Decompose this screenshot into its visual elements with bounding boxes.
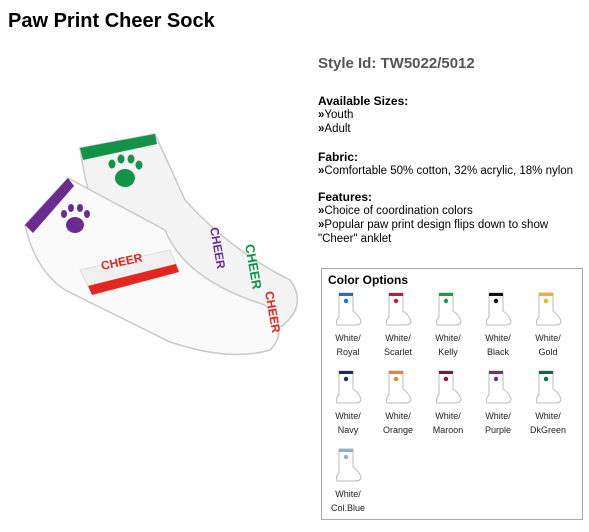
fabric-section: Fabric: »Comfortable 50% cotton, 32% acr… xyxy=(318,150,573,178)
sock-swatch-icon xyxy=(435,292,462,326)
sock-swatch-icon xyxy=(535,370,562,404)
swatch-label: White/Col.Blue xyxy=(330,489,366,513)
product-title: Paw Print Cheer Sock xyxy=(8,10,215,32)
swatch-label: White/Black xyxy=(485,333,511,357)
swatch-label: White/Gold xyxy=(535,333,561,357)
color-swatch[interactable]: White/DkGreen xyxy=(523,369,573,437)
features-section: Features: »Choice of coordination colors… xyxy=(318,190,588,246)
swatch-label: White/Orange xyxy=(382,411,414,435)
sock-swatch-icon xyxy=(435,370,462,404)
feature-item: »Choice of coordination colors xyxy=(318,205,473,217)
color-swatch[interactable]: White/Royal xyxy=(323,291,373,359)
style-id: Style Id: TW5022/5012 xyxy=(318,55,475,72)
swatch-label: White/Royal xyxy=(335,333,361,357)
product-image: CHEER CHEER CHEER CHEER xyxy=(24,133,299,356)
fabric-item: »Comfortable 50% cotton, 32% acrylic, 18… xyxy=(318,165,574,177)
swatch-label: White/Scarlet xyxy=(383,333,412,357)
color-swatch[interactable]: White/Black xyxy=(473,291,523,359)
size-item: »Adult xyxy=(318,123,351,135)
color-swatch[interactable]: White/Navy xyxy=(323,369,373,437)
color-swatch[interactable]: White/Maroon xyxy=(423,369,473,437)
swatch-label: White/Kelly xyxy=(435,333,461,357)
size-item: »Youth xyxy=(318,109,354,121)
sock-swatch-icon xyxy=(485,292,512,326)
sizes-heading: Available Sizes: xyxy=(318,94,409,108)
sock-swatch-icon xyxy=(485,370,512,404)
swatch-label: White/DkGreen xyxy=(529,411,566,435)
sizes-section: Available Sizes: »Youth »Adult xyxy=(318,94,408,136)
sock-swatch-icon xyxy=(335,370,362,404)
feature-item: »Popular paw print design flips down to … xyxy=(318,219,549,245)
color-swatch[interactable]: White/Col.Blue xyxy=(323,447,373,515)
color-swatch[interactable]: White/Orange xyxy=(373,369,423,437)
color-options-heading: Color Options xyxy=(328,273,408,287)
features-heading: Features: xyxy=(318,190,373,204)
color-swatch[interactable]: White/Purple xyxy=(473,369,523,437)
sock-swatch-icon xyxy=(385,292,412,326)
sock-swatch-icon xyxy=(335,292,362,326)
fabric-heading: Fabric: xyxy=(318,150,359,164)
swatch-label: White/Purple xyxy=(484,411,511,435)
sock-swatch-icon xyxy=(335,448,362,482)
sock-swatch-icon xyxy=(535,292,562,326)
sock-swatch-icon xyxy=(385,370,412,404)
color-swatch[interactable]: White/Scarlet xyxy=(373,291,423,359)
color-swatch[interactable]: White/Gold xyxy=(523,291,573,359)
swatch-label: White/Navy xyxy=(335,411,361,435)
color-swatch[interactable]: White/Kelly xyxy=(423,291,473,359)
swatch-label: White/Maroon xyxy=(432,411,464,435)
color-options-panel: Color Options White/Royal White/Scarlet Wh… xyxy=(321,268,583,520)
